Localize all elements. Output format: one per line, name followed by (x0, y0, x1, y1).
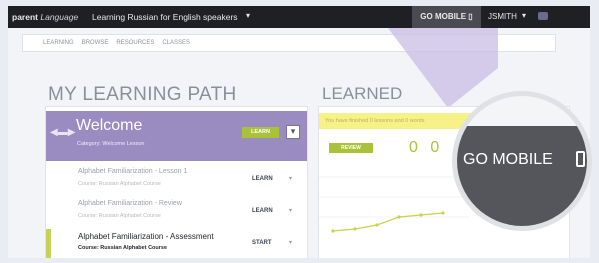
learned-counter: 0 0 (409, 139, 444, 156)
learn-button[interactable]: LEARN (252, 176, 273, 182)
learn-button[interactable]: LEARN (242, 127, 279, 138)
brand-logo[interactable]: parent Language (12, 12, 78, 22)
learning-path-title: MY LEARNING PATH (48, 84, 237, 105)
phone-icon: ▯ (468, 12, 473, 21)
progress-sparkline (319, 176, 469, 233)
chevron-down-icon[interactable]: ▾ (289, 239, 292, 246)
lesson-row[interactable]: Alphabet Familiarization - Review Course… (46, 197, 307, 227)
lesson-course: Course: Russian Alphabet Course (78, 245, 168, 251)
go-mobile-label: GO MOBILE (420, 12, 467, 21)
top-bar: parent Language Learning Russian for Eng… (8, 6, 590, 28)
lesson-title: Alphabet Familiarization - Assessment (78, 232, 214, 241)
magnified-go-mobile[interactable] (457, 126, 587, 226)
nav-item-classes[interactable]: CLASSES (162, 40, 190, 46)
flag-icon[interactable] (538, 12, 548, 20)
start-button[interactable]: START (252, 240, 272, 246)
chevron-down-icon[interactable]: ▾ (522, 11, 526, 20)
welcome-subtitle: Category: Welcome Lesson (77, 141, 145, 147)
lesson-course: Course: Russian Alphabet Course (78, 213, 161, 219)
zoom-magnifier: GO MOBILE (452, 91, 592, 231)
nav-item-learning[interactable]: LEARNING (43, 40, 74, 46)
chevron-down-icon[interactable]: ▾ (289, 207, 292, 214)
learning-path-panel: ◀▬▶ Welcome Category: Welcome Lesson LEA… (45, 106, 308, 258)
chevron-down-icon[interactable]: ▾ (246, 11, 250, 20)
review-button[interactable]: REVIEW (329, 143, 373, 153)
decorative-shape (388, 28, 498, 108)
go-mobile-label: GO MOBILE (463, 151, 553, 168)
phone-icon (576, 151, 585, 167)
go-mobile-button[interactable]: GO MOBILE ▯ (412, 6, 481, 28)
lesson-row[interactable]: Alphabet Familiarization - Lesson 1 Cour… (46, 165, 307, 195)
course-selector[interactable]: Learning Russian for English speakers (92, 12, 238, 22)
lesson-title: Alphabet Familiarization - Review (78, 200, 182, 207)
lesson-course: Course: Russian Alphabet Course (78, 181, 161, 187)
user-menu[interactable]: JSMITH (488, 12, 517, 21)
lesson-row[interactable]: Alphabet Familiarization - Assessment Co… (46, 229, 307, 258)
nav-item-resources[interactable]: RESOURCES (116, 40, 154, 46)
chat-icon: ◀▬▶ (50, 127, 76, 138)
welcome-title: Welcome (76, 117, 143, 134)
chevron-down-icon[interactable]: ▾ (289, 175, 292, 182)
active-indicator (46, 229, 51, 258)
lesson-title: Alphabet Familiarization - Lesson 1 (78, 168, 188, 175)
welcome-lesson[interactable]: ◀▬▶ Welcome Category: Welcome Lesson LEA… (46, 111, 307, 161)
nav-item-browse[interactable]: BROWSE (82, 40, 109, 46)
chevron-down-icon[interactable]: ▾ (286, 125, 300, 139)
learned-title: LEARNED (322, 84, 403, 103)
learn-button[interactable]: LEARN (252, 208, 273, 214)
